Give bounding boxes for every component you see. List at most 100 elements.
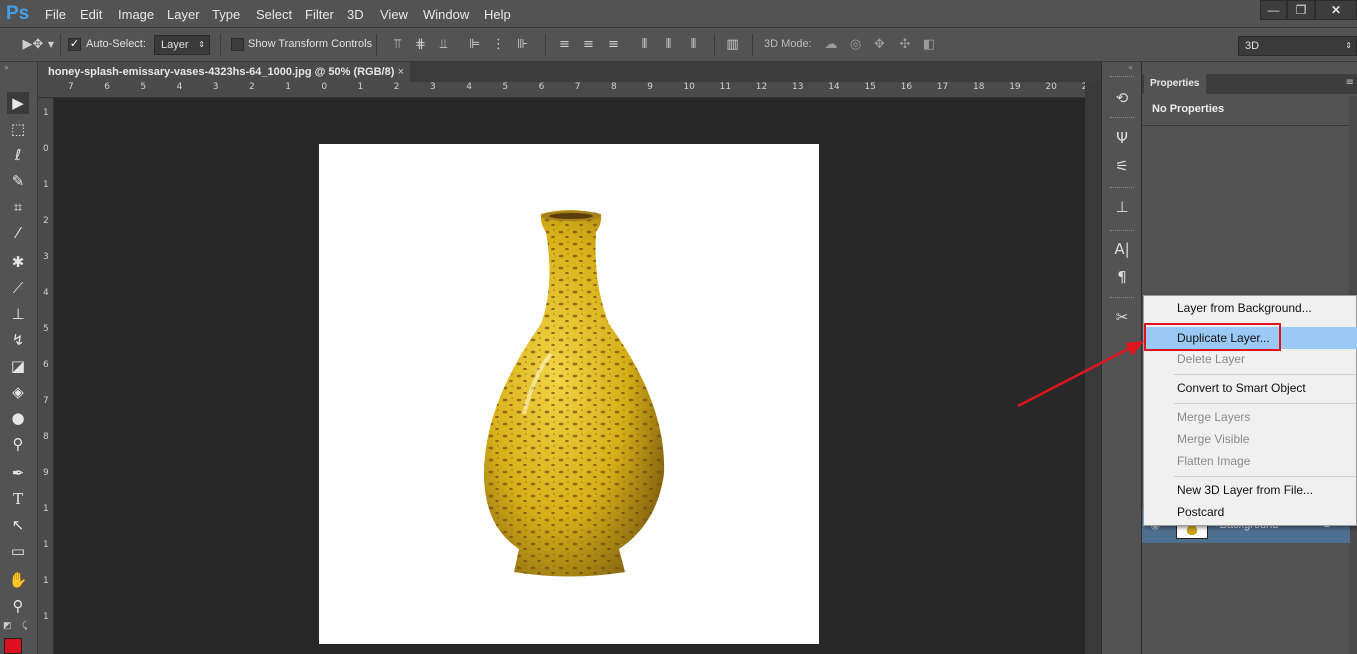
menu-view[interactable]: View bbox=[380, 7, 408, 22]
menu-type[interactable]: Type bbox=[212, 7, 240, 22]
menu-window[interactable]: Window bbox=[423, 7, 469, 22]
menu-layer[interactable]: Layer bbox=[167, 7, 200, 22]
restore-icon[interactable]: ❐ bbox=[1287, 0, 1315, 20]
menu-item-postcard[interactable]: Postcard bbox=[1144, 501, 1357, 523]
auto-align-icon[interactable]: ▥ bbox=[725, 37, 740, 52]
3d-pan-icon[interactable]: ✥ bbox=[872, 37, 887, 52]
menu-item-flatten-image[interactable]: Flatten Image bbox=[1144, 450, 1357, 472]
transform-controls-checkbox[interactable] bbox=[231, 38, 244, 51]
healing-brush-tool-icon[interactable]: ✱ bbox=[7, 251, 29, 273]
move-tool-icon[interactable]: ▶ bbox=[7, 92, 29, 114]
3d-scale-icon[interactable]: ◧ bbox=[920, 37, 938, 52]
menu-item-convert-smart-object[interactable]: Convert to Smart Object bbox=[1144, 377, 1357, 399]
ruler-tick-label: 0 bbox=[321, 82, 328, 92]
distribute-left-icon[interactable]: ⦀ bbox=[637, 37, 652, 52]
menu-file[interactable]: File bbox=[45, 7, 66, 22]
close-tab-icon[interactable]: × bbox=[398, 62, 404, 82]
crop-tool-icon[interactable]: ⌗ bbox=[7, 196, 29, 218]
ruler-tick-label: 7 bbox=[43, 396, 49, 406]
ruler-tick-label: 4 bbox=[466, 82, 472, 92]
grip-icon bbox=[1110, 76, 1134, 79]
history-panel-icon[interactable]: ⟲ bbox=[1112, 88, 1132, 108]
close-icon[interactable]: ✕ bbox=[1315, 0, 1357, 20]
blur-tool-icon[interactable]: ● bbox=[7, 407, 29, 429]
document-canvas[interactable] bbox=[319, 144, 819, 644]
swap-colors-icon[interactable]: ⤹ bbox=[22, 620, 27, 631]
brush-presets-icon[interactable]: ⚟ bbox=[1112, 156, 1132, 176]
foreground-color-swatch[interactable] bbox=[4, 638, 22, 654]
distribute-vcenter-icon[interactable]: ≡ bbox=[581, 37, 596, 52]
ruler-tick-label: 1 bbox=[43, 540, 49, 550]
path-selection-tool-icon[interactable]: ↖ bbox=[7, 514, 29, 536]
stepper-icon: ⇕ bbox=[1345, 41, 1352, 50]
ruler-tick-label: 10 bbox=[683, 82, 695, 92]
paint-bucket-tool-icon[interactable]: ◈ bbox=[7, 381, 29, 403]
3d-orbit-icon[interactable]: ☁ bbox=[822, 37, 840, 52]
pen-tool-icon[interactable]: ✒ bbox=[7, 462, 29, 484]
distribute-top-icon[interactable]: ≡ bbox=[557, 37, 572, 52]
menu-3d[interactable]: 3D bbox=[347, 7, 364, 22]
collapse-icon[interactable]: « bbox=[1128, 63, 1133, 72]
panel-menu-icon[interactable]: ≡ bbox=[1346, 77, 1354, 88]
type-tool-icon[interactable]: T bbox=[7, 488, 29, 510]
align-top-icon[interactable]: ⫪ bbox=[390, 37, 405, 52]
ruler-tick-label: 7 bbox=[68, 82, 74, 92]
ruler-tick-label: 3 bbox=[212, 82, 219, 92]
clone-stamp-tool-icon[interactable]: ⊥ bbox=[7, 303, 29, 325]
brush-tool-icon[interactable]: ⟋ bbox=[7, 277, 29, 299]
brush-panel-icon[interactable]: Ψ bbox=[1112, 128, 1132, 148]
3d-slide-icon[interactable]: ✣ bbox=[896, 37, 914, 52]
lasso-tool-icon[interactable]: ℓ bbox=[7, 144, 29, 166]
minimize-icon[interactable]: — bbox=[1260, 0, 1287, 20]
eraser-tool-icon[interactable]: ◪ bbox=[7, 355, 29, 377]
align-left-icon[interactable]: ⊫ bbox=[467, 37, 482, 52]
auto-select-dropdown[interactable]: Layer ⇕ bbox=[154, 35, 210, 55]
default-colors-icon[interactable]: ◩ bbox=[3, 620, 12, 631]
menu-item-new-3d-layer[interactable]: New 3D Layer from File... bbox=[1144, 479, 1357, 501]
distribute-right-icon[interactable]: ⦀ bbox=[686, 37, 701, 52]
workspace-dropdown[interactable]: 3D ⇕ bbox=[1238, 36, 1357, 56]
distribute-bottom-icon[interactable]: ≡ bbox=[606, 37, 621, 52]
menu-item-merge-layers[interactable]: Merge Layers bbox=[1144, 406, 1357, 428]
menu-image[interactable]: Image bbox=[118, 7, 154, 22]
move-tool-preset-icon[interactable]: ▶✥ bbox=[20, 37, 46, 52]
menu-help[interactable]: Help bbox=[484, 7, 511, 22]
rectangle-tool-icon[interactable]: ▭ bbox=[7, 540, 29, 562]
divider bbox=[752, 34, 753, 56]
menu-select[interactable]: Select bbox=[256, 7, 292, 22]
menu-item-layer-from-background[interactable]: Layer from Background... bbox=[1144, 297, 1357, 319]
marquee-tool-icon[interactable]: ⬚ bbox=[7, 118, 29, 140]
menu-edit[interactable]: Edit bbox=[80, 7, 102, 22]
collapse-icon[interactable]: » bbox=[4, 63, 9, 72]
divider bbox=[60, 34, 61, 56]
clone-source-icon[interactable]: ⊥ bbox=[1112, 197, 1132, 217]
document-tab[interactable]: honey-splash-emissary-vases-4323hs-64_10… bbox=[38, 62, 410, 82]
dodge-tool-icon[interactable]: ⚲ bbox=[7, 433, 29, 455]
align-hcenter-icon[interactable]: ⋮ bbox=[491, 37, 506, 52]
paragraph-panel-icon[interactable]: ¶ bbox=[1112, 267, 1132, 287]
menu-item-delete-layer[interactable]: Delete Layer bbox=[1144, 348, 1357, 370]
properties-tab[interactable]: Properties bbox=[1144, 74, 1206, 94]
chevron-down-icon[interactable]: ▼ bbox=[46, 37, 56, 52]
menu-item-merge-visible[interactable]: Merge Visible bbox=[1144, 428, 1357, 450]
auto-select-label: Auto-Select: bbox=[86, 38, 146, 50]
character-panel-icon[interactable]: A| bbox=[1112, 239, 1132, 259]
align-right-icon[interactable]: ⊪ bbox=[515, 37, 530, 52]
align-bottom-icon[interactable]: ⫫ bbox=[436, 37, 451, 52]
ruler-tick-label: 5 bbox=[502, 82, 509, 92]
distribute-hcenter-icon[interactable]: ⦀ bbox=[661, 37, 676, 52]
ruler-tick-label: 3 bbox=[43, 252, 49, 262]
hand-tool-icon[interactable]: ✋ bbox=[7, 569, 29, 591]
ruler-tick-label: 6 bbox=[43, 360, 49, 370]
align-vcenter-icon[interactable]: ⋕ bbox=[413, 37, 428, 52]
menu-filter[interactable]: Filter bbox=[305, 7, 334, 22]
auto-select-checkbox[interactable]: ✓ bbox=[68, 38, 81, 51]
tool-presets-icon[interactable]: ✂ bbox=[1112, 307, 1132, 327]
3d-roll-icon[interactable]: ◎ bbox=[848, 37, 863, 52]
quick-selection-tool-icon[interactable]: ✎ bbox=[7, 170, 29, 192]
eyedropper-tool-icon[interactable]: ⁄ bbox=[7, 222, 29, 244]
history-brush-tool-icon[interactable]: ↯ bbox=[7, 329, 29, 351]
zoom-tool-icon[interactable]: ⚲ bbox=[7, 595, 29, 617]
divider bbox=[376, 34, 377, 56]
menu-separator bbox=[1174, 403, 1356, 404]
